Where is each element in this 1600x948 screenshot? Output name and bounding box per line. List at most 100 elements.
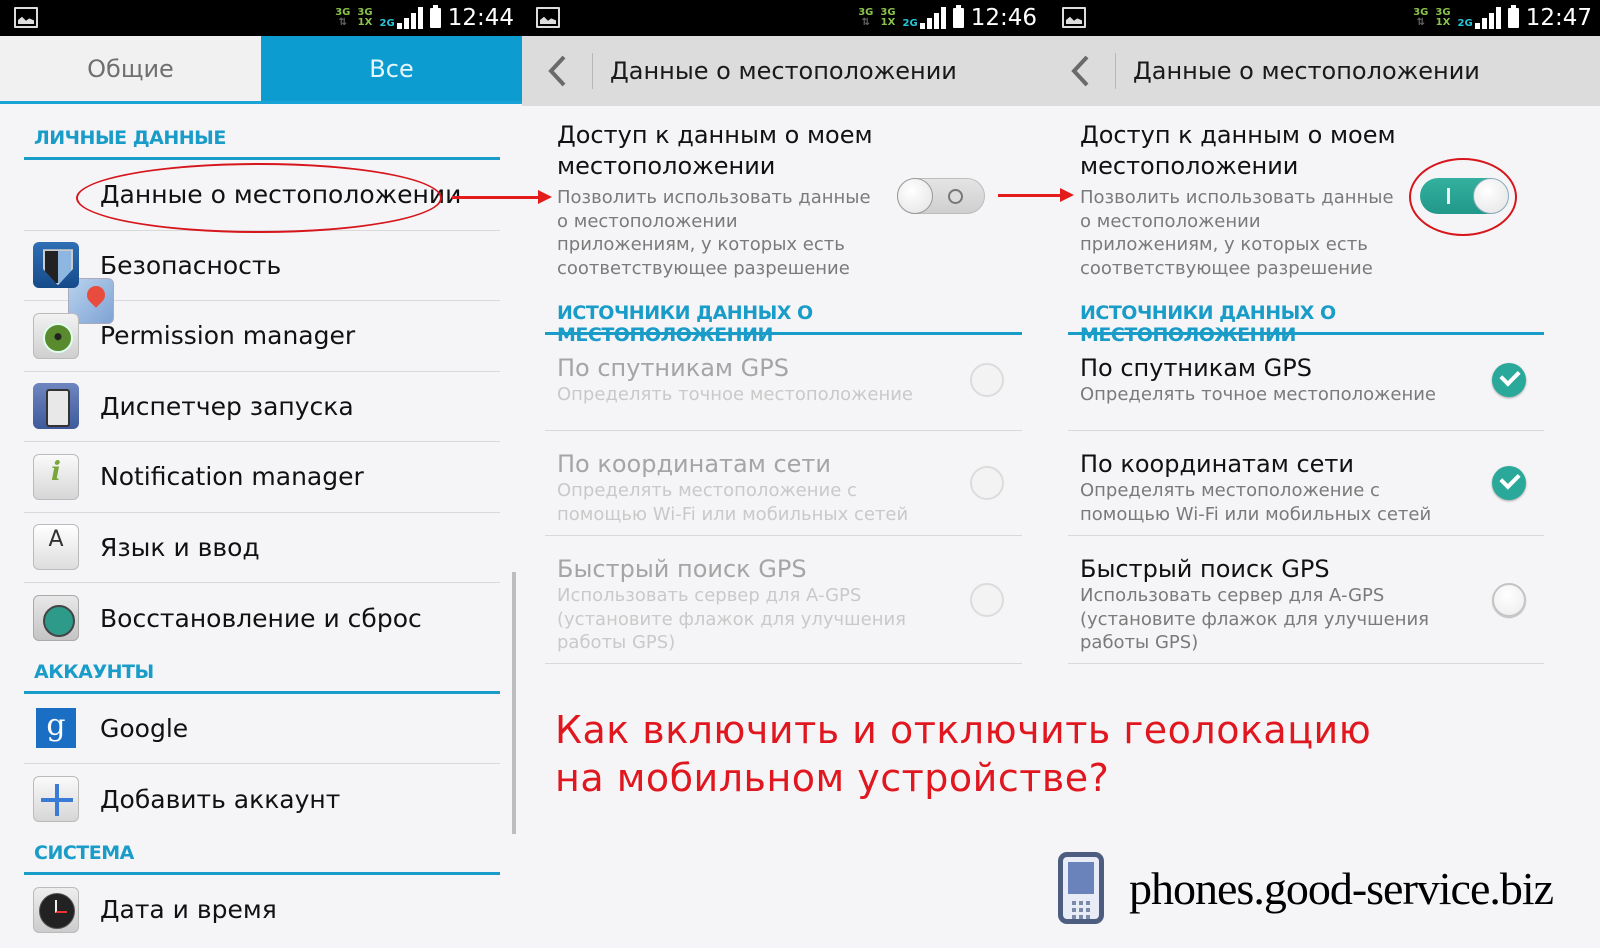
language-keyboard-icon: A: [33, 524, 79, 571]
settings-item-backup-reset[interactable]: Восстановление и сброс: [24, 583, 500, 654]
source-gps[interactable]: По спутникам GPS Определять точное место…: [1068, 335, 1544, 431]
add-account-icon: [33, 776, 79, 823]
source-description: Использовать сервер для A-GPS (установит…: [1080, 585, 1429, 653]
signal-2g-icon: 2G: [1458, 7, 1501, 29]
section-header-sources: ИСТОЧНИКИ ДАННЫХ О МЕСТОПОЛОЖЕНИИ: [1068, 302, 1544, 346]
notification-info-icon: i: [33, 453, 79, 500]
network-3g-icon: 3G ⇅: [1413, 7, 1429, 28]
location-access-row[interactable]: Доступ к данным о моем местоположении По…: [557, 106, 1022, 302]
settings-item-label: Диспетчер запуска: [100, 391, 354, 421]
gallery-notification-icon: [1062, 7, 1086, 28]
settings-item-label: Permission manager: [100, 321, 356, 351]
toggle-off-mark-icon: [948, 189, 963, 204]
status-bar: 3G ⇅ 3G 1X 2G 12:47: [1045, 0, 1600, 36]
highlight-ellipse-location-item: [76, 163, 442, 233]
source-network-checkbox[interactable]: [1492, 466, 1526, 500]
source-gps-checkbox[interactable]: [970, 363, 1004, 397]
source-title: По координатам сети: [557, 450, 832, 478]
settings-item-language-input[interactable]: A Язык и ввод: [24, 513, 500, 583]
settings-item-label: Восстановление и сброс: [100, 603, 422, 633]
security-shield-icon: [33, 242, 79, 289]
signal-3g-1x-icon: 3G 1X: [357, 8, 372, 28]
settings-item-date-time[interactable]: Дата и время: [24, 875, 500, 946]
status-bar: 3G ⇅ 3G 1X 2G 12:46: [522, 0, 1045, 36]
scrollbar[interactable]: [512, 572, 516, 834]
action-bar: Данные о местоположении: [522, 36, 1045, 106]
settings-tabs: Общие Все: [0, 36, 522, 104]
location-access-description: Позволить использовать данные о местопол…: [1080, 187, 1394, 279]
net-label: 1X: [880, 17, 896, 28]
gallery-notification-icon: [536, 7, 560, 28]
settings-item-label: Дата и время: [100, 895, 277, 925]
brand-watermark: phones.good-service.biz: [1058, 852, 1554, 924]
source-network[interactable]: По координатам сети Определять местополо…: [1068, 431, 1544, 536]
clock-icon: [33, 886, 79, 933]
chevron-left-icon: [1071, 55, 1089, 87]
net-label: 1X: [357, 17, 373, 28]
clock-time: 12:44: [447, 5, 514, 31]
source-network[interactable]: По координатам сети Определять местополо…: [545, 431, 1022, 536]
caption-line: на мобильном устройстве?: [555, 756, 1110, 800]
launch-manager-icon: [33, 383, 79, 430]
divider: [592, 53, 593, 89]
net-label: 2G: [902, 18, 918, 29]
location-settings: Доступ к данным о моем местоположении По…: [545, 106, 1022, 664]
settings-item-add-account[interactable]: Добавить аккаунт: [24, 764, 500, 835]
section-header-accounts: АККАУНТЫ: [24, 654, 500, 694]
net-label: 2G: [1457, 18, 1473, 29]
icon-glyph: A: [48, 527, 64, 553]
source-title: Быстрый поиск GPS: [1080, 555, 1330, 583]
settings-panel: 3G ⇅ 3G 1X 2G 12:44 Общие Все ЛИЧНЫЕ ДАННЫ…: [0, 0, 522, 948]
location-access-toggle[interactable]: [897, 178, 985, 214]
source-gps[interactable]: По спутникам GPS Определять точное место…: [545, 335, 1022, 431]
page-title: Данные о местоположении: [1133, 57, 1480, 85]
tab-general[interactable]: Общие: [0, 36, 261, 101]
tab-all[interactable]: Все: [261, 36, 522, 101]
caption-title: Как включить и отключить геолокацию на м…: [555, 706, 1371, 802]
net-label: 1X: [1435, 17, 1451, 28]
google-icon: g: [36, 708, 76, 749]
back-button[interactable]: [522, 36, 592, 106]
section-header-system: СИСТЕМА: [24, 835, 500, 875]
brand-text: phones.good-service.biz: [1129, 862, 1554, 914]
location-settings-on-panel: 3G ⇅ 3G 1X 2G 12:47 Данные о местоположени…: [1045, 0, 1600, 948]
location-settings-off-panel: 3G ⇅ 3G 1X 2G 12:46 Данные о местоположени…: [522, 0, 1045, 948]
source-description: Определять местоположение с помощью Wi-F…: [1080, 480, 1432, 525]
signal-3g-1x-icon: 3G 1X: [1435, 8, 1450, 28]
signal-3g-1x-icon: 3G 1X: [880, 8, 895, 28]
source-agps-checkbox[interactable]: [970, 583, 1004, 617]
network-3g-icon: 3G ⇅: [858, 7, 874, 28]
battery-icon: [952, 5, 964, 28]
source-title: По спутникам GPS: [1080, 354, 1312, 382]
source-gps-checkbox[interactable]: [1492, 363, 1526, 397]
signal-2g-icon: 2G: [903, 7, 946, 29]
settings-item-label: Язык и ввод: [100, 532, 260, 562]
settings-item-launch-manager[interactable]: Диспетчер запуска: [24, 372, 500, 442]
backup-reset-icon: [33, 595, 79, 642]
icon-glyph: g: [46, 708, 66, 744]
status-bar: 3G ⇅ 3G 1X 2G 12:44: [0, 0, 522, 36]
gallery-notification-icon: [14, 7, 38, 28]
network-3g-icon: 3G ⇅: [335, 7, 351, 28]
source-agps[interactable]: Быстрый поиск GPS Использовать сервер дл…: [545, 536, 1022, 664]
arrow-annotation: [998, 188, 1074, 202]
settings-item-label: Добавить аккаунт: [100, 784, 341, 814]
clock-time: 12:47: [1525, 5, 1592, 31]
signal-2g-icon: 2G: [380, 7, 423, 29]
settings-item-notification-manager[interactable]: i Notification manager: [24, 442, 500, 513]
clock-time: 12:46: [970, 5, 1037, 31]
source-description: Определять точное местоположение: [557, 384, 913, 405]
source-title: По координатам сети: [1080, 450, 1355, 478]
source-description: Определять местоположение с помощью Wi-F…: [557, 480, 909, 525]
mobile-phone-icon: [1058, 852, 1104, 924]
battery-icon: [1507, 5, 1519, 28]
source-network-checkbox[interactable]: [970, 466, 1004, 500]
source-agps-checkbox[interactable]: [1492, 583, 1526, 617]
source-agps[interactable]: Быстрый поиск GPS Использовать сервер дл…: [1068, 536, 1544, 664]
settings-item-google[interactable]: g Google: [24, 694, 500, 764]
net-label: 2G: [379, 18, 395, 29]
settings-item-label: Notification manager: [100, 462, 364, 492]
toggle-knob: [897, 178, 933, 214]
back-button[interactable]: [1045, 36, 1115, 106]
action-bar: Данные о местоположении: [1045, 36, 1600, 106]
